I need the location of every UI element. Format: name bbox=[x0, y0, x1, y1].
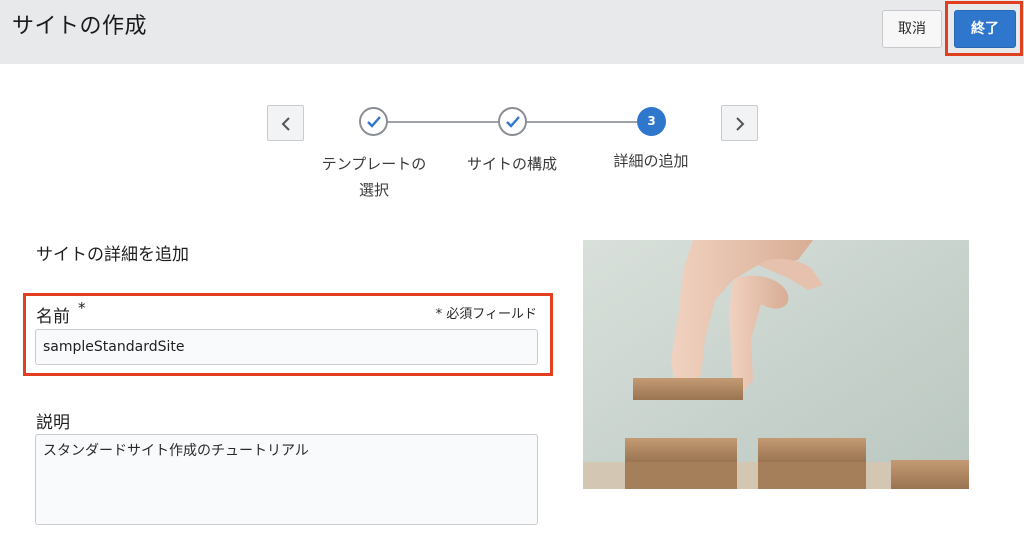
step-2-indicator[interactable] bbox=[498, 107, 527, 136]
page-title: サイトの作成 bbox=[12, 14, 148, 39]
step-2-label: サイトの構成 bbox=[466, 155, 557, 173]
step-1-label: テンプレートの 選択 bbox=[321, 155, 427, 199]
name-label: 名前 bbox=[36, 307, 70, 327]
check-icon bbox=[367, 116, 381, 128]
finish-button[interactable]: 終了 bbox=[954, 10, 1016, 48]
name-input[interactable]: sampleStandardSite bbox=[35, 329, 538, 365]
cancel-button[interactable]: 取消 bbox=[882, 10, 942, 48]
chevron-left-icon bbox=[281, 117, 290, 131]
required-marker: * bbox=[78, 299, 86, 317]
step-connector bbox=[526, 121, 637, 123]
previous-step-button[interactable] bbox=[267, 105, 304, 141]
section-title: サイトの詳細を追加 bbox=[36, 245, 189, 265]
step-1-indicator[interactable] bbox=[359, 107, 388, 136]
step-3-label: 詳細の追加 bbox=[613, 152, 689, 170]
required-field-note: * 必須フィールド bbox=[435, 307, 537, 322]
step-connector bbox=[387, 121, 498, 123]
description-textarea[interactable]: スタンダードサイト作成のチュートリアル bbox=[35, 434, 538, 525]
site-illustration-image bbox=[583, 240, 969, 489]
step-3-indicator[interactable]: 3 bbox=[637, 107, 666, 136]
check-icon bbox=[506, 116, 520, 128]
page-header: サイトの作成 取消 終了 bbox=[0, 0, 1024, 64]
chevron-right-icon bbox=[736, 117, 745, 131]
description-label: 説明 bbox=[36, 413, 70, 433]
next-step-button[interactable] bbox=[721, 105, 758, 141]
